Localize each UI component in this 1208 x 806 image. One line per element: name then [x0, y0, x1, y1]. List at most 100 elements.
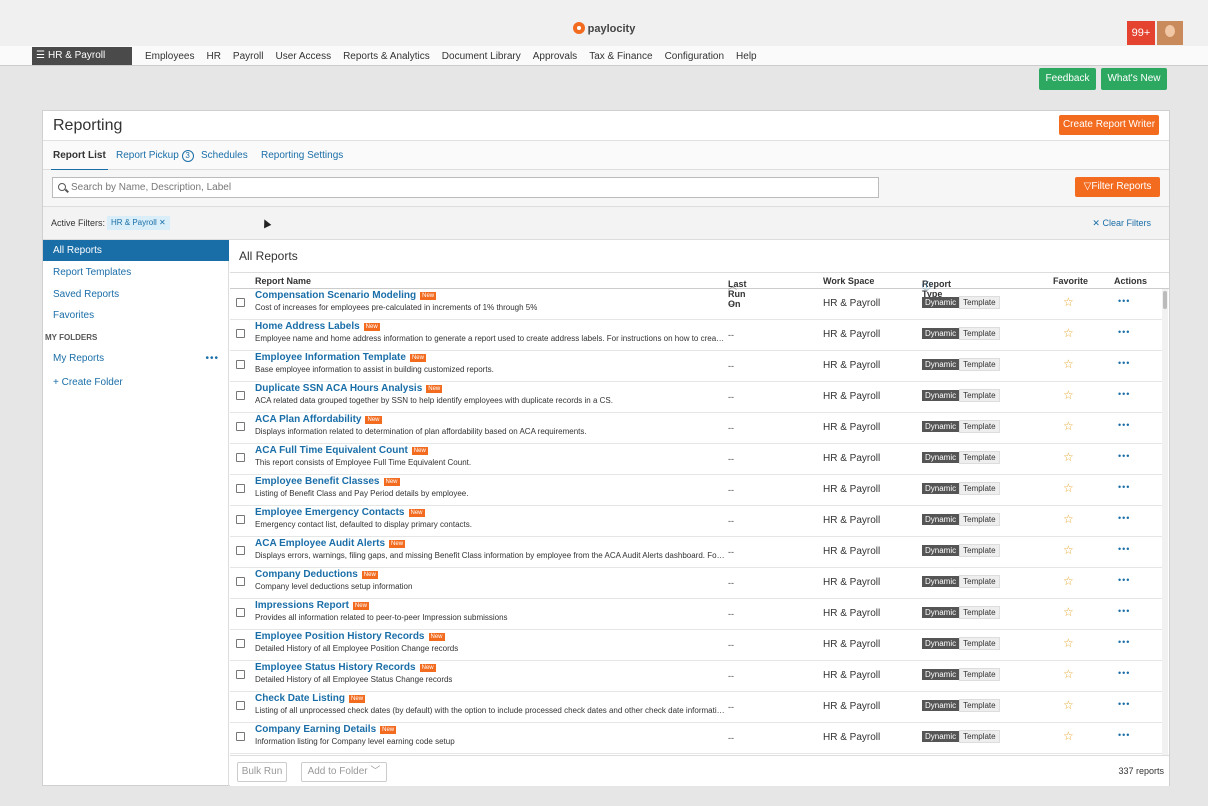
star-icon[interactable]: ☆ [1063, 450, 1074, 464]
close-icon[interactable]: ✕ [159, 218, 166, 227]
nav-item-hr[interactable]: HR [206, 51, 220, 62]
nav-item-document-library[interactable]: Document Library [442, 51, 521, 62]
tab-report-pickup[interactable]: Report Pickup 3 [116, 150, 194, 162]
more-icon[interactable]: ••• [1118, 637, 1130, 647]
nav-item-configuration[interactable]: Configuration [665, 51, 724, 62]
more-icon[interactable]: ••• [1118, 451, 1130, 461]
report-name-link[interactable]: Home Address Labels New [255, 321, 380, 332]
col-report-name[interactable]: Report Name [255, 276, 311, 286]
row-checkbox[interactable] [236, 453, 245, 462]
star-icon[interactable]: ☆ [1063, 419, 1074, 433]
more-icon[interactable]: ••• [1118, 575, 1130, 585]
more-icon[interactable]: ••• [1118, 358, 1130, 368]
tab-schedules[interactable]: Schedules [201, 150, 248, 161]
row-checkbox[interactable] [236, 484, 245, 493]
star-icon[interactable]: ☆ [1063, 667, 1074, 681]
table-row[interactable]: ACA Employee Audit Alerts New Displays err… [230, 537, 1162, 568]
row-checkbox[interactable] [236, 670, 245, 679]
report-name-link[interactable]: ACA Employee Audit Alerts New [255, 538, 406, 549]
search-input[interactable]: Search by Name, Description, Label [52, 177, 879, 198]
report-name-link[interactable]: Company Deductions New [255, 569, 378, 580]
table-row[interactable]: Employee Position History Records New Deta… [230, 630, 1162, 661]
table-row[interactable]: Check Date Listing New Listing of all unpr… [230, 692, 1162, 723]
nav-item-user-access[interactable]: User Access [276, 51, 332, 62]
more-icon[interactable]: ••• [1118, 606, 1130, 616]
table-row[interactable]: Compensation Scenario Modeling New Cost of… [230, 289, 1162, 320]
star-icon[interactable]: ☆ [1063, 605, 1074, 619]
row-checkbox[interactable] [236, 391, 245, 400]
nav-item-employees[interactable]: Employees [145, 51, 194, 62]
table-row[interactable]: Employee Emergency Contacts New Emergency … [230, 506, 1162, 537]
star-icon[interactable]: ☆ [1063, 574, 1074, 588]
report-name-link[interactable]: Employee Information Template New [255, 352, 426, 363]
clear-filters-button[interactable]: ✕ Clear Filters [1092, 218, 1151, 229]
table-row[interactable]: Employee Status History Records New Detail… [230, 661, 1162, 692]
table-row[interactable]: Employee Benefit Classes New Listing of Be… [230, 475, 1162, 506]
report-name-link[interactable]: ACA Full Time Equivalent Count New [255, 445, 428, 456]
row-checkbox[interactable] [236, 422, 245, 431]
avatar[interactable] [1157, 21, 1183, 45]
table-row[interactable]: Employee Information Template New Base emp… [230, 351, 1162, 382]
filter-tag[interactable]: HR & Payroll ✕ [107, 216, 170, 230]
create-report-writer-button[interactable]: Create Report Writer [1059, 115, 1159, 135]
row-checkbox[interactable] [236, 577, 245, 586]
row-checkbox[interactable] [236, 298, 245, 307]
nav-item-approvals[interactable]: Approvals [533, 51, 577, 62]
report-name-link[interactable]: Employee Emergency Contacts New [255, 507, 425, 518]
row-checkbox[interactable] [236, 515, 245, 524]
report-name-link[interactable]: Impressions Report New [255, 600, 369, 611]
row-checkbox[interactable] [236, 360, 245, 369]
report-name-link[interactable]: Duplicate SSN ACA Hours Analysis New [255, 383, 443, 394]
row-checkbox[interactable] [236, 732, 245, 741]
report-name-link[interactable]: Check Date Listing New [255, 693, 366, 704]
star-icon[interactable]: ☆ [1063, 326, 1074, 340]
col-work-space[interactable]: Work Space [823, 276, 874, 286]
star-icon[interactable]: ☆ [1063, 512, 1074, 526]
table-row[interactable]: ACA Full Time Equivalent Count New This re… [230, 444, 1162, 475]
create-folder-button[interactable]: + Create Folder [43, 372, 229, 393]
sidebar-item-all-reports[interactable]: All Reports [43, 240, 229, 261]
more-icon[interactable]: ••• [1118, 327, 1130, 337]
bulk-run-button[interactable]: Bulk Run [237, 762, 287, 782]
sidebar-item-favorites[interactable]: Favorites [43, 305, 229, 326]
more-icon[interactable]: ••• [1118, 482, 1130, 492]
more-icon[interactable]: ••• [1118, 420, 1130, 430]
star-icon[interactable]: ☆ [1063, 698, 1074, 712]
star-icon[interactable]: ☆ [1063, 729, 1074, 743]
more-icon[interactable]: ••• [1118, 668, 1130, 678]
more-icon[interactable]: ••• [1118, 513, 1130, 523]
filter-reports-button[interactable]: ▽Filter Reports [1075, 177, 1160, 197]
report-name-link[interactable]: Employee Position History Records New [255, 631, 445, 642]
row-checkbox[interactable] [236, 329, 245, 338]
table-row[interactable]: Home Address Labels New Employee name and … [230, 320, 1162, 351]
nav-item-payroll[interactable]: Payroll [233, 51, 264, 62]
more-icon[interactable]: ••• [1118, 544, 1130, 554]
star-icon[interactable]: ☆ [1063, 543, 1074, 557]
table-scrollbar[interactable] [1162, 289, 1168, 755]
row-checkbox[interactable] [236, 639, 245, 648]
table-row[interactable]: Company Deductions New Company level deduc… [230, 568, 1162, 599]
report-name-link[interactable]: Compensation Scenario Modeling New [255, 290, 437, 301]
sidebar-item-report-templates[interactable]: Report Templates [43, 262, 229, 283]
report-name-link[interactable]: Employee Benefit Classes New [255, 476, 400, 487]
report-name-link[interactable]: Employee Status History Records New [255, 662, 436, 673]
more-icon[interactable]: ••• [1118, 699, 1130, 709]
sidebar-item-my-reports[interactable]: My Reports ••• [43, 348, 229, 369]
nav-item-help[interactable]: Help [736, 51, 757, 62]
table-row[interactable]: Impressions Report New Provides all inform… [230, 599, 1162, 630]
star-icon[interactable]: ☆ [1063, 636, 1074, 650]
more-icon[interactable]: ••• [1118, 389, 1130, 399]
table-row[interactable]: Duplicate SSN ACA Hours Analysis New ACA r… [230, 382, 1162, 413]
whats-new-button[interactable]: What's New [1101, 68, 1167, 90]
star-icon[interactable]: ☆ [1063, 481, 1074, 495]
tab-report-list[interactable]: Report List [51, 150, 108, 171]
row-checkbox[interactable] [236, 701, 245, 710]
feedback-button[interactable]: Feedback [1039, 68, 1096, 90]
table-row[interactable]: Company Earning Details New Information li… [230, 723, 1162, 754]
star-icon[interactable]: ☆ [1063, 357, 1074, 371]
row-checkbox[interactable] [236, 546, 245, 555]
nav-item-reports-analytics[interactable]: Reports & Analytics [343, 51, 430, 62]
scrollbar-thumb[interactable] [1163, 291, 1167, 309]
report-name-link[interactable]: Company Earning Details New [255, 724, 397, 735]
nav-item-tax-finance[interactable]: Tax & Finance [589, 51, 652, 62]
